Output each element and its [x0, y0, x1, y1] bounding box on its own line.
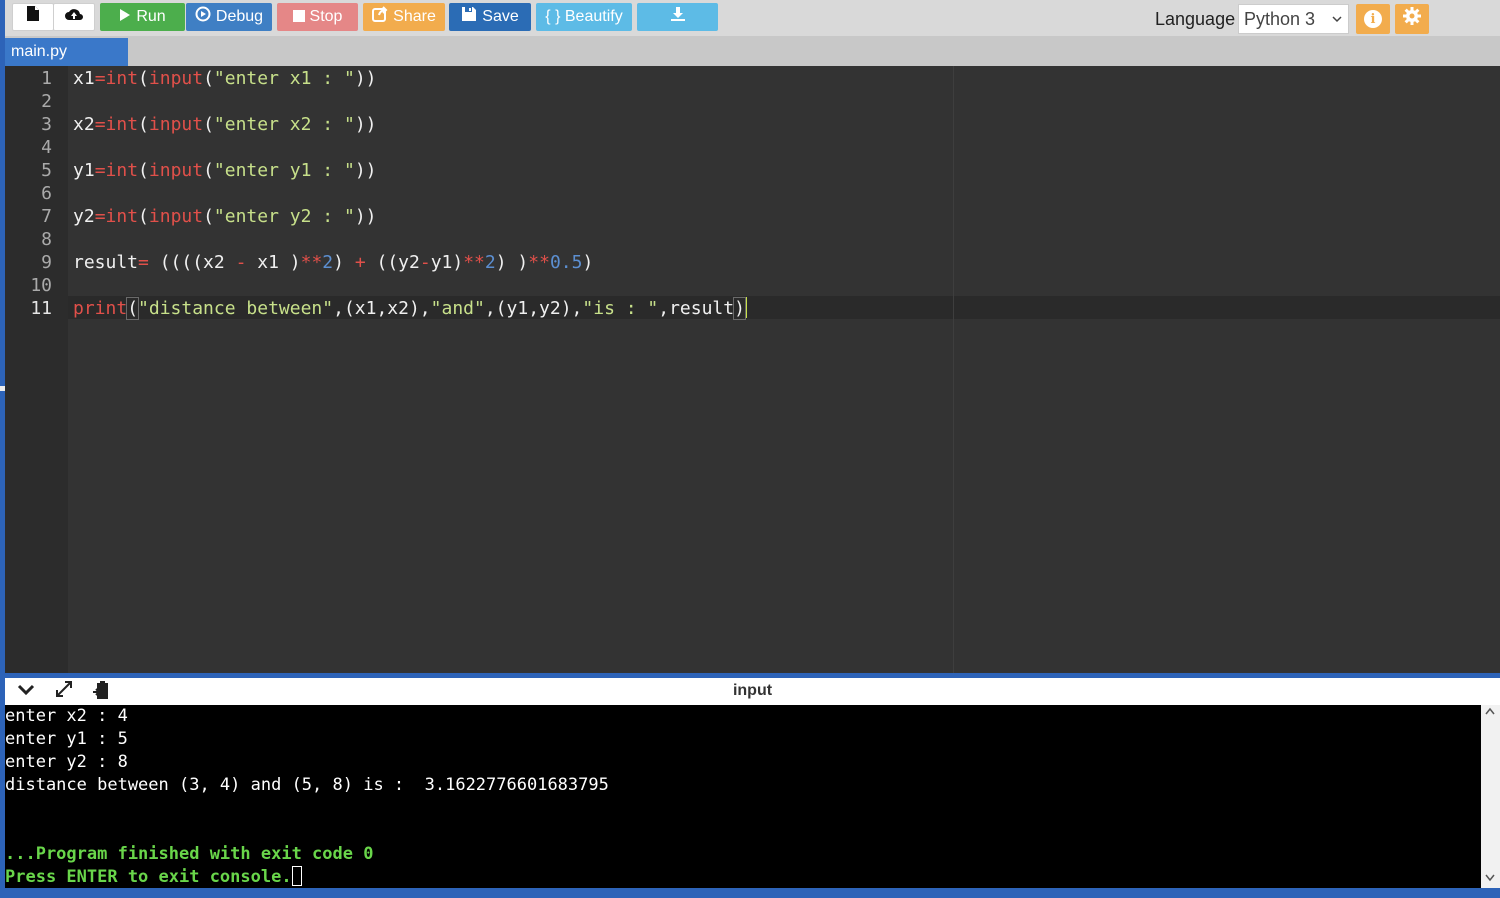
line-number: 2: [41, 91, 52, 112]
scroll-down-icon[interactable]: [1485, 874, 1495, 885]
line-number-gutter: 1 2 3 4 5 6 7 8 9 10 11: [5, 66, 68, 673]
line-number: 3: [41, 114, 52, 135]
console-line: enter y2 : 8: [5, 752, 128, 772]
upload-icon: [64, 3, 84, 31]
new-file-icon: [26, 3, 40, 31]
gear-icon: [1402, 6, 1422, 32]
scroll-up-icon[interactable]: [1485, 707, 1495, 718]
info-icon: i: [1364, 10, 1382, 28]
beautify-button[interactable]: { } Beautify: [536, 3, 632, 31]
beautify-label: { } Beautify: [545, 8, 623, 25]
console-line: enter x2 : 4: [5, 706, 128, 726]
code-line-1[interactable]: x1=int(input("enter x1 : ")): [73, 67, 377, 90]
console-cursor: [291, 866, 302, 886]
save-label: Save: [482, 8, 519, 25]
line-number: 10: [30, 275, 52, 296]
line-number: 5: [41, 160, 52, 181]
info-button[interactable]: i: [1356, 4, 1390, 34]
line-number-active: 11: [30, 298, 52, 319]
stop-label: Stop: [309, 8, 343, 25]
stop-icon: [292, 3, 305, 31]
debug-label: Debug: [215, 8, 264, 25]
print-margin: [953, 66, 954, 673]
text-caret: [744, 297, 747, 318]
settings-button[interactable]: [1395, 4, 1429, 34]
play-icon: [119, 3, 131, 31]
code-line-11[interactable]: print("distance between",(x1,x2),"and",(…: [73, 297, 747, 320]
save-icon: [461, 3, 477, 31]
code-line-5[interactable]: y1=int(input("enter y1 : ")): [73, 159, 377, 182]
upload-button[interactable]: [53, 3, 95, 31]
run-label: Run: [136, 8, 166, 25]
share-label: Share: [393, 8, 436, 25]
console-output[interactable]: enter x2 : 4 enter y1 : 5 enter y2 : 8 d…: [5, 705, 1481, 888]
press-enter-text: Press ENTER to exit console.: [5, 867, 292, 887]
download-icon: [670, 3, 686, 31]
line-number: 8: [41, 229, 52, 250]
console-title: input: [732, 682, 773, 699]
console-line: distance between (3, 4) and (5, 8) is : …: [5, 775, 609, 795]
console-scrollbar[interactable]: [1481, 705, 1500, 888]
code-line-9[interactable]: result= ((((x2 - x1 )**2) + ((y2-y1)**2)…: [73, 251, 593, 274]
save-button[interactable]: Save: [449, 3, 531, 31]
language-select[interactable]: Python 3: [1238, 4, 1349, 34]
line-number: 7: [41, 206, 52, 227]
share-icon: [372, 3, 388, 31]
code-editor[interactable]: 1 2 3 4 5 6 7 8 9 10 11 x1=int(input("en…: [5, 66, 1500, 673]
share-button[interactable]: Share: [363, 3, 445, 31]
line-number: 1: [41, 68, 52, 89]
run-button[interactable]: Run: [100, 3, 185, 31]
console-line: enter y1 : 5: [5, 729, 128, 749]
language-label: Language: [1155, 9, 1236, 29]
toolbar: Run Debug Stop Share Save { } Beautify L…: [5, 0, 1500, 36]
code-line-3[interactable]: x2=int(input("enter x2 : ")): [73, 113, 377, 136]
debug-icon: [195, 3, 211, 31]
console-press-enter-line: Press ENTER to exit console.: [5, 866, 302, 888]
console-finished-line: ...Program finished with exit code 0: [5, 844, 374, 864]
line-number: 4: [41, 137, 52, 158]
code-line-7[interactable]: y2=int(input("enter y2 : ")): [73, 205, 377, 228]
console-toolbar: input: [5, 678, 1500, 705]
line-number: 6: [41, 183, 52, 204]
new-file-button[interactable]: [12, 3, 54, 31]
line-number: 9: [41, 252, 52, 273]
language-value: Python 3: [1244, 9, 1316, 29]
tab-main-py[interactable]: main.py: [5, 38, 128, 66]
file-tab-bar: main.py: [5, 36, 1500, 66]
stop-button[interactable]: Stop: [277, 3, 358, 31]
download-button[interactable]: [637, 3, 718, 31]
debug-button[interactable]: Debug: [186, 3, 272, 31]
